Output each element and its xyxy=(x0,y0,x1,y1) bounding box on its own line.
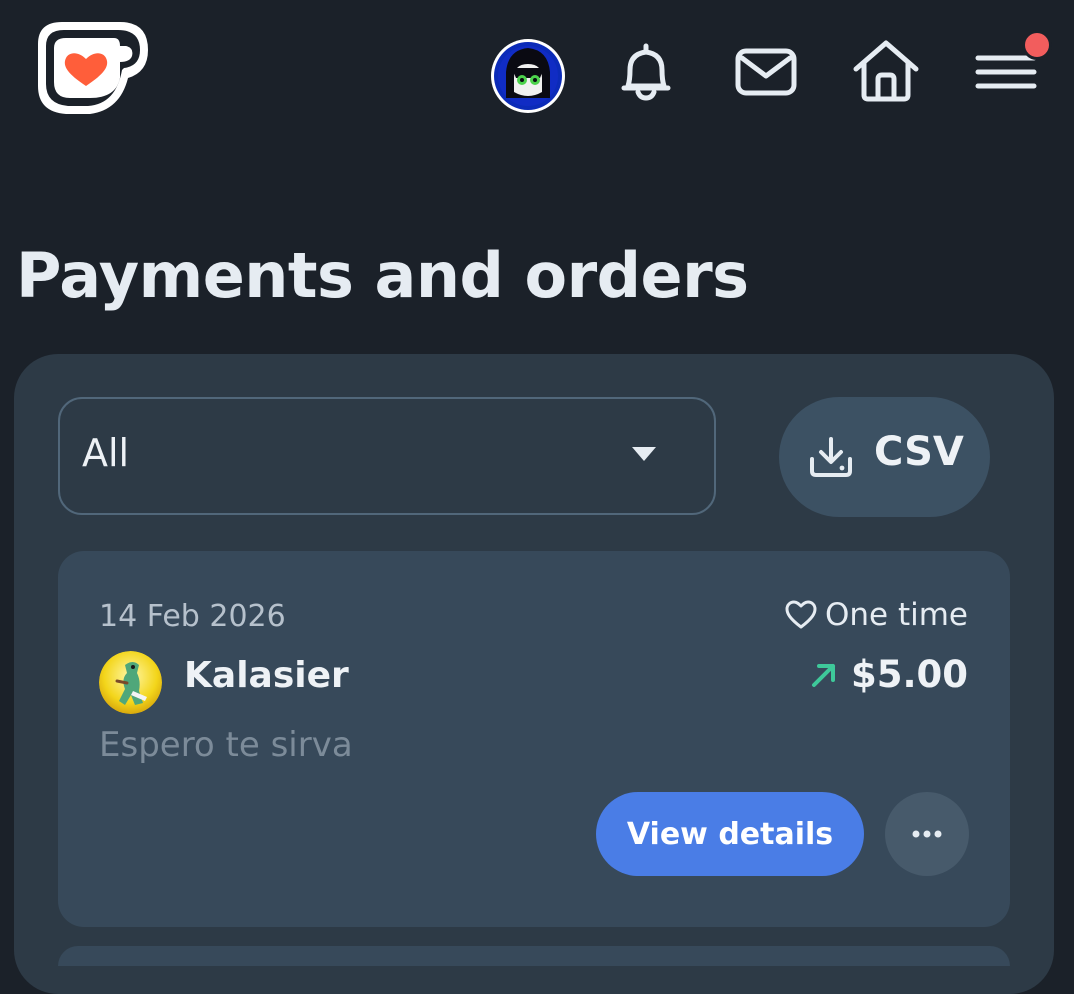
more-options-button[interactable] xyxy=(885,792,969,876)
payment-type-label: One time xyxy=(824,597,968,633)
top-navigation-bar xyxy=(0,0,1074,150)
payment-amount-group: $5.00 xyxy=(809,653,968,696)
supporter-avatar[interactable] xyxy=(99,651,162,714)
home-button[interactable] xyxy=(848,34,924,106)
mail-icon xyxy=(735,48,797,96)
arrow-up-right-icon xyxy=(811,663,835,687)
caret-down-icon xyxy=(632,447,656,461)
page-title: Payments and orders xyxy=(16,239,749,312)
notifications-button[interactable] xyxy=(610,36,682,108)
filter-selected-value: All xyxy=(82,431,130,475)
payment-message: Espero te sirva xyxy=(99,725,353,765)
ellipsis-icon xyxy=(912,830,942,838)
payment-amount: $5.00 xyxy=(850,653,968,696)
download-tray-icon xyxy=(810,437,852,477)
csv-button-label: CSV xyxy=(874,429,964,475)
next-payment-card xyxy=(58,946,1010,966)
user-avatar xyxy=(491,39,565,113)
view-details-button[interactable]: View details xyxy=(596,792,864,876)
menu-notification-dot xyxy=(1022,30,1052,60)
payment-date: 14 Feb 2026 xyxy=(99,599,286,634)
supporter-name[interactable]: Kalasier xyxy=(184,655,349,696)
home-icon xyxy=(853,40,919,102)
payment-type-filter-select[interactable]: All xyxy=(58,397,716,515)
payment-card: 14 Feb 2026 One time Kalasier $5.00 Espe… xyxy=(58,551,1010,927)
ko-fi-logo-icon[interactable] xyxy=(28,16,156,120)
heart-outline-icon xyxy=(785,600,817,629)
payment-type: One time xyxy=(785,597,968,633)
export-csv-button[interactable]: CSV xyxy=(779,397,990,517)
messages-button[interactable] xyxy=(728,36,804,108)
bell-icon xyxy=(621,43,671,101)
user-avatar-button[interactable] xyxy=(490,38,566,114)
